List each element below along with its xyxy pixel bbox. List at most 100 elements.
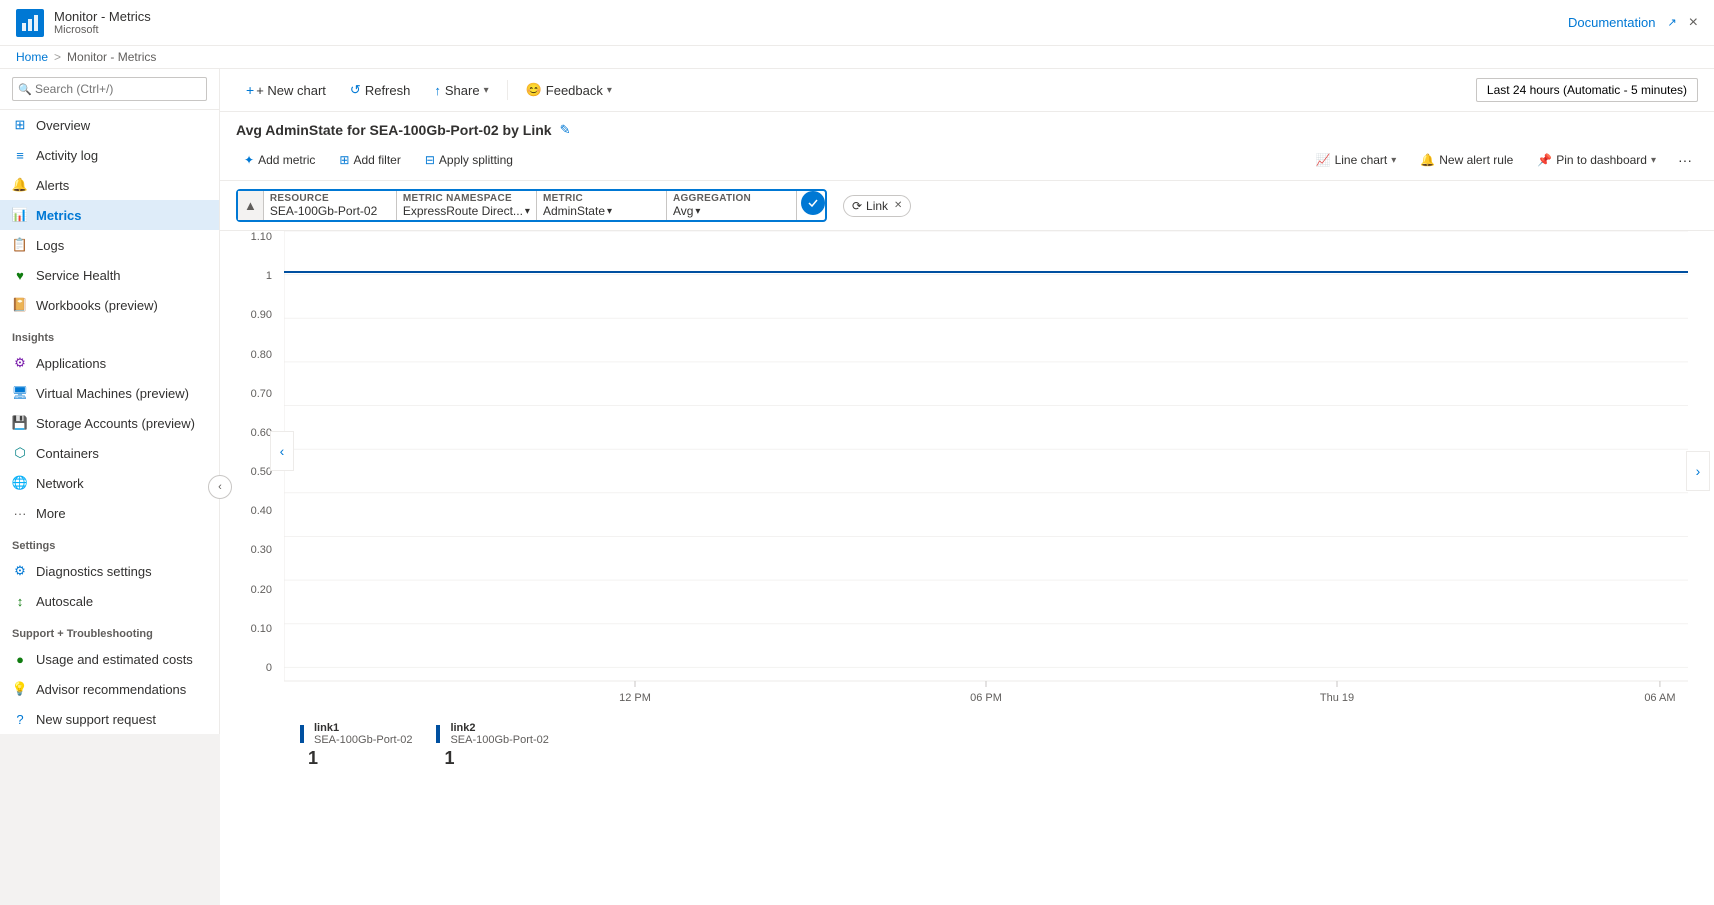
y-label: 0.30 — [251, 544, 272, 556]
namespace-value: ExpressRoute Direct... — [403, 204, 523, 218]
breadcrumb-separator: > — [54, 50, 61, 64]
y-label: 0.90 — [251, 309, 272, 321]
content-area: + + New chart ↺ Refresh ↑ Share ▾ 😊 Feed… — [220, 69, 1714, 905]
metric-label: METRIC — [543, 193, 660, 204]
metric-chevron-icon[interactable]: ▾ — [607, 206, 612, 217]
sidebar-item-overview[interactable]: ⊞ Overview — [0, 110, 219, 140]
sidebar-item-label: Usage and estimated costs — [36, 652, 193, 667]
sidebar-item-applications[interactable]: ⚙ Applications — [0, 348, 219, 378]
share-button[interactable]: ↑ Share ▾ — [424, 78, 498, 103]
sidebar-item-usage-costs[interactable]: ● Usage and estimated costs — [0, 644, 219, 674]
y-label: 0.20 — [251, 584, 272, 596]
toolbar-separator — [507, 80, 508, 100]
chart-area: 1.10 1 0.90 0.80 0.70 0.60 0.50 0.40 0.3… — [236, 231, 1698, 714]
legend-value-link2: 1 — [436, 748, 454, 769]
apply-splitting-button[interactable]: ⊟ Apply splitting — [417, 149, 521, 171]
metric-value: AdminState — [543, 204, 605, 218]
sidebar-collapse-button[interactable]: ‹ — [208, 475, 232, 499]
support-icon: ? — [12, 711, 28, 727]
sidebar-item-network[interactable]: 🌐 Network — [0, 468, 219, 498]
chart-title-area: Avg AdminState for SEA-100Gb-Port-02 by … — [220, 112, 1714, 144]
documentation-link[interactable]: Documentation — [1568, 15, 1655, 30]
legend-label-link2: link2 — [450, 722, 548, 734]
search-input[interactable] — [12, 77, 207, 101]
line-chart-chevron: ▾ — [1391, 155, 1396, 166]
new-chart-label: + New chart — [256, 83, 326, 98]
y-label: 1.10 — [251, 231, 272, 243]
resource-input[interactable] — [270, 204, 390, 218]
metric-field: METRIC AdminState ▾ — [537, 191, 667, 220]
diagnostics-icon: ⚙ — [12, 563, 28, 579]
link-tag-icon: ⟳ — [852, 199, 862, 213]
sidebar-item-virtual-machines[interactable]: 🖥 Virtual Machines (preview) — [0, 378, 219, 408]
legend-sub-link2: SEA-100Gb-Port-02 — [450, 734, 548, 746]
line-chart-button[interactable]: 📈 Line chart ▾ — [1308, 149, 1405, 171]
overview-icon: ⊞ — [12, 117, 28, 133]
sidebar-item-support-request[interactable]: ? New support request — [0, 704, 219, 734]
new-alert-button[interactable]: 🔔 New alert rule — [1412, 149, 1521, 171]
sidebar-item-label: Service Health — [36, 268, 121, 283]
add-filter-button[interactable]: ⊞ Add filter — [331, 149, 408, 171]
time-range-button[interactable]: Last 24 hours (Automatic - 5 minutes) — [1476, 78, 1698, 102]
sidebar-item-storage[interactable]: 💾 Storage Accounts (preview) — [0, 408, 219, 438]
breadcrumb-home[interactable]: Home — [16, 50, 48, 64]
legend-header-link1: link1 SEA-100Gb-Port-02 — [300, 722, 412, 746]
close-button[interactable]: × — [1689, 14, 1698, 32]
metric-confirm-button[interactable] — [801, 191, 825, 215]
y-label: 0 — [266, 662, 272, 674]
legend-label-link1: link1 — [314, 722, 412, 734]
service-health-icon: ♥ — [12, 267, 28, 283]
sidebar-item-activity-log[interactable]: ≡ Activity log — [0, 140, 219, 170]
sidebar-item-diagnostics[interactable]: ⚙ Diagnostics settings — [0, 556, 219, 586]
sidebar-item-label: Virtual Machines (preview) — [36, 386, 189, 401]
sidebar-item-label: Containers — [36, 446, 99, 461]
chart-title: Avg AdminState for SEA-100Gb-Port-02 by … — [236, 122, 552, 138]
sidebar-item-label: Overview — [36, 118, 90, 133]
sidebar-item-label: Network — [36, 476, 84, 491]
sidebar-item-more[interactable]: ··· More — [0, 498, 219, 528]
link-tag-close-icon[interactable]: ✕ — [894, 200, 902, 211]
metric-selector-expand[interactable]: ▲ — [238, 191, 264, 220]
sidebar-item-advisor[interactable]: 💡 Advisor recommendations — [0, 674, 219, 704]
workbooks-icon: 📔 — [12, 297, 28, 313]
sidebar-item-alerts[interactable]: 🔔 Alerts — [0, 170, 219, 200]
y-label: 0.10 — [251, 623, 272, 635]
sidebar-item-label: Metrics — [36, 208, 82, 223]
sidebar-item-autoscale[interactable]: ↕ Autoscale — [0, 586, 219, 616]
add-metric-button[interactable]: ✦ Add metric — [236, 149, 323, 171]
pin-dashboard-button[interactable]: 📌 Pin to dashboard ▾ — [1529, 149, 1664, 171]
edit-title-icon[interactable]: ✎ — [560, 122, 571, 138]
sidebar-item-containers[interactable]: ⬡ Containers — [0, 438, 219, 468]
chart-nav-right-button[interactable]: › — [1686, 451, 1710, 491]
top-bar-actions: Documentation ↗ × — [1568, 14, 1698, 32]
link-tag[interactable]: ⟳ Link ✕ — [843, 195, 911, 217]
resource-field: RESOURCE — [264, 191, 397, 220]
alerts-icon: 🔔 — [12, 177, 28, 193]
refresh-button[interactable]: ↺ Refresh — [340, 77, 420, 103]
content-toolbar: + + New chart ↺ Refresh ↑ Share ▾ 😊 Feed… — [220, 69, 1714, 112]
main-layout: 🔍 ⊞ Overview ≡ Activity log 🔔 Alerts 📊 M… — [0, 69, 1714, 905]
more-options-button[interactable]: ··· — [1672, 148, 1698, 172]
aggregation-chevron-icon[interactable]: ▾ — [695, 206, 700, 217]
add-filter-icon: ⊞ — [339, 153, 349, 167]
legend-item-link1: link1 SEA-100Gb-Port-02 1 — [300, 722, 412, 769]
namespace-chevron-icon[interactable]: ▾ — [525, 206, 530, 217]
sidebar-item-label: Storage Accounts (preview) — [36, 416, 195, 431]
namespace-field: METRIC NAMESPACE ExpressRoute Direct... … — [397, 191, 537, 220]
new-chart-button[interactable]: + + New chart — [236, 77, 336, 103]
feedback-button[interactable]: 😊 Feedback ▾ — [516, 77, 622, 103]
feedback-chevron-icon: ▾ — [607, 85, 612, 96]
sidebar-item-service-health[interactable]: ♥ Service Health — [0, 260, 219, 290]
sidebar-item-logs[interactable]: 📋 Logs — [0, 230, 219, 260]
new-alert-label: New alert rule — [1439, 153, 1513, 167]
chart-nav-left-button[interactable]: ‹ — [270, 431, 294, 471]
aggregation-field: AGGREGATION Avg ▾ — [667, 191, 797, 220]
sidebar-item-metrics[interactable]: 📊 Metrics — [0, 200, 219, 230]
sidebar: 🔍 ⊞ Overview ≡ Activity log 🔔 Alerts 📊 M… — [0, 69, 220, 734]
sidebar-item-workbooks[interactable]: 📔 Workbooks (preview) — [0, 290, 219, 320]
feedback-label: Feedback — [546, 83, 603, 98]
applications-icon: ⚙ — [12, 355, 28, 371]
sidebar-item-label: Workbooks (preview) — [36, 298, 158, 313]
line-chart-icon: 📈 — [1316, 153, 1331, 167]
splitting-icon: ⊟ — [425, 153, 435, 167]
